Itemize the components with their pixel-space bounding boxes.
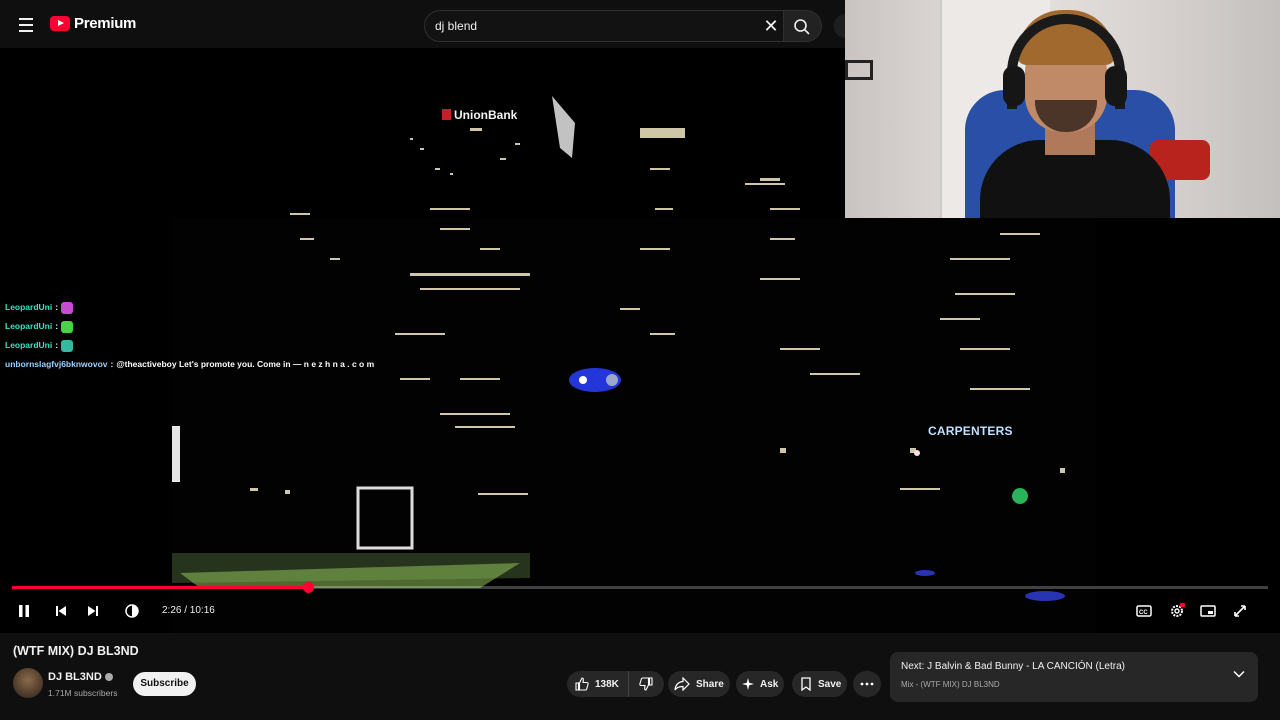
thumbs-down-icon: [639, 677, 653, 691]
like-count: 138K: [595, 678, 619, 690]
volume-button[interactable]: [120, 599, 144, 623]
search-input[interactable]: dj blend ✕: [424, 10, 784, 42]
chat-separator: :: [55, 340, 59, 350]
chat-username: LeopardUni: [5, 321, 53, 331]
fullscreen-icon: [1234, 605, 1246, 617]
chat-separator: :: [55, 321, 59, 331]
emote-icon: [61, 320, 74, 333]
bookmark-icon: [801, 677, 811, 691]
settings-button[interactable]: [1165, 599, 1189, 623]
seek-bar[interactable]: [12, 582, 1268, 593]
chat-text: @theactiveboy Let's promote you. Come in…: [116, 359, 375, 369]
like-button[interactable]: 138K: [567, 671, 629, 697]
channel-name[interactable]: DJ BL3ND: [48, 671, 113, 683]
chevron-down-icon[interactable]: [1232, 667, 1246, 681]
next-icon: [88, 606, 98, 616]
webcam-shelf: [845, 60, 873, 80]
search-icon: [794, 19, 810, 35]
share-arrow-icon: [674, 677, 690, 691]
pause-icon: [19, 605, 29, 617]
chat-separator: :: [110, 359, 114, 369]
chat-separator: :: [55, 302, 59, 312]
captions-button[interactable]: CC: [1132, 599, 1156, 623]
up-next-subtitle: Mix - (WTF MIX) DJ BL3ND: [901, 680, 1000, 689]
channel-avatar[interactable]: [13, 668, 43, 698]
chat-message: LeopardUni :: [5, 317, 374, 336]
volume-icon: [125, 604, 139, 618]
chat-username: unbornslagfvj6bknwovov: [5, 359, 108, 369]
share-button[interactable]: Share: [668, 671, 730, 697]
emote-icon: [61, 339, 74, 352]
gear-icon: [1171, 603, 1185, 617]
video-title: (WTF MIX) DJ BL3ND: [13, 644, 139, 658]
voice-search-button[interactable]: [834, 14, 845, 38]
clear-search-icon[interactable]: ✕: [761, 16, 781, 36]
next-button[interactable]: [81, 599, 105, 623]
time-display: 2:26 / 10:16: [162, 605, 215, 616]
miniplayer-button[interactable]: [1196, 599, 1220, 623]
youtube-watch-page: Premium dj blend ✕ UnionBank CARPENTERS …: [0, 0, 1280, 720]
emote-icon: [61, 301, 74, 314]
share-label: Share: [696, 678, 724, 690]
save-button[interactable]: Save: [792, 671, 847, 697]
search-button[interactable]: [784, 10, 822, 42]
miniplayer-icon: [1200, 605, 1216, 617]
up-next-card[interactable]: Next: J Balvin & Bad Bunny - LA CANCIÓN …: [890, 652, 1258, 702]
more-horizontal-icon: [860, 682, 874, 686]
seek-bar-played: [12, 586, 309, 589]
chat-message: unbornslagfvj6bknwovov : @theactiveboy L…: [5, 355, 374, 374]
save-label: Save: [818, 678, 842, 690]
up-next-title[interactable]: Next: J Balvin & Bad Bunny - LA CANCIÓN …: [901, 661, 1125, 672]
youtube-logo-icon: [50, 16, 70, 31]
fullscreen-button[interactable]: [1228, 599, 1252, 623]
captions-icon: CC: [1136, 605, 1152, 617]
pause-button[interactable]: [12, 599, 36, 623]
thumbs-up-icon: [575, 677, 589, 691]
union-bank-sign: UnionBank: [442, 108, 517, 122]
headset-earcup-left: [1003, 66, 1025, 106]
logo-text: Premium: [74, 15, 137, 32]
svg-text:CC: CC: [1139, 610, 1148, 616]
chat-message: LeopardUni :: [5, 336, 374, 355]
subscribe-button[interactable]: Subscribe: [133, 672, 196, 696]
ask-button[interactable]: Ask: [736, 671, 784, 697]
previous-icon: [56, 606, 66, 616]
dislike-button[interactable]: [629, 677, 663, 691]
ask-label: Ask: [760, 678, 779, 690]
top-bar: Premium dj blend ✕: [0, 0, 845, 50]
subscriber-count: 1.71M subscribers: [48, 688, 118, 698]
chat-username: LeopardUni: [5, 340, 53, 350]
hamburger-menu-button[interactable]: [12, 11, 40, 39]
channel-name-text[interactable]: DJ BL3ND: [48, 671, 102, 683]
like-dislike-group: 138K: [567, 671, 664, 697]
youtube-premium-logo[interactable]: Premium: [50, 15, 136, 32]
search-query[interactable]: dj blend: [435, 19, 477, 33]
verified-icon: [104, 673, 113, 681]
carpenters-sign: CARPENTERS: [928, 424, 1013, 438]
webcam-overlay: [845, 0, 1280, 218]
more-actions-button[interactable]: [853, 671, 881, 697]
chat-overlay: LeopardUni : LeopardUni : LeopardUni : u…: [5, 298, 374, 374]
previous-button[interactable]: [49, 599, 73, 623]
sparkle-icon: [742, 678, 754, 690]
headset-earcup-right: [1105, 66, 1127, 106]
chat-message: LeopardUni :: [5, 298, 374, 317]
player-controls: 2:26 / 10:16 CC: [0, 596, 1280, 626]
chat-username: LeopardUni: [5, 302, 53, 312]
